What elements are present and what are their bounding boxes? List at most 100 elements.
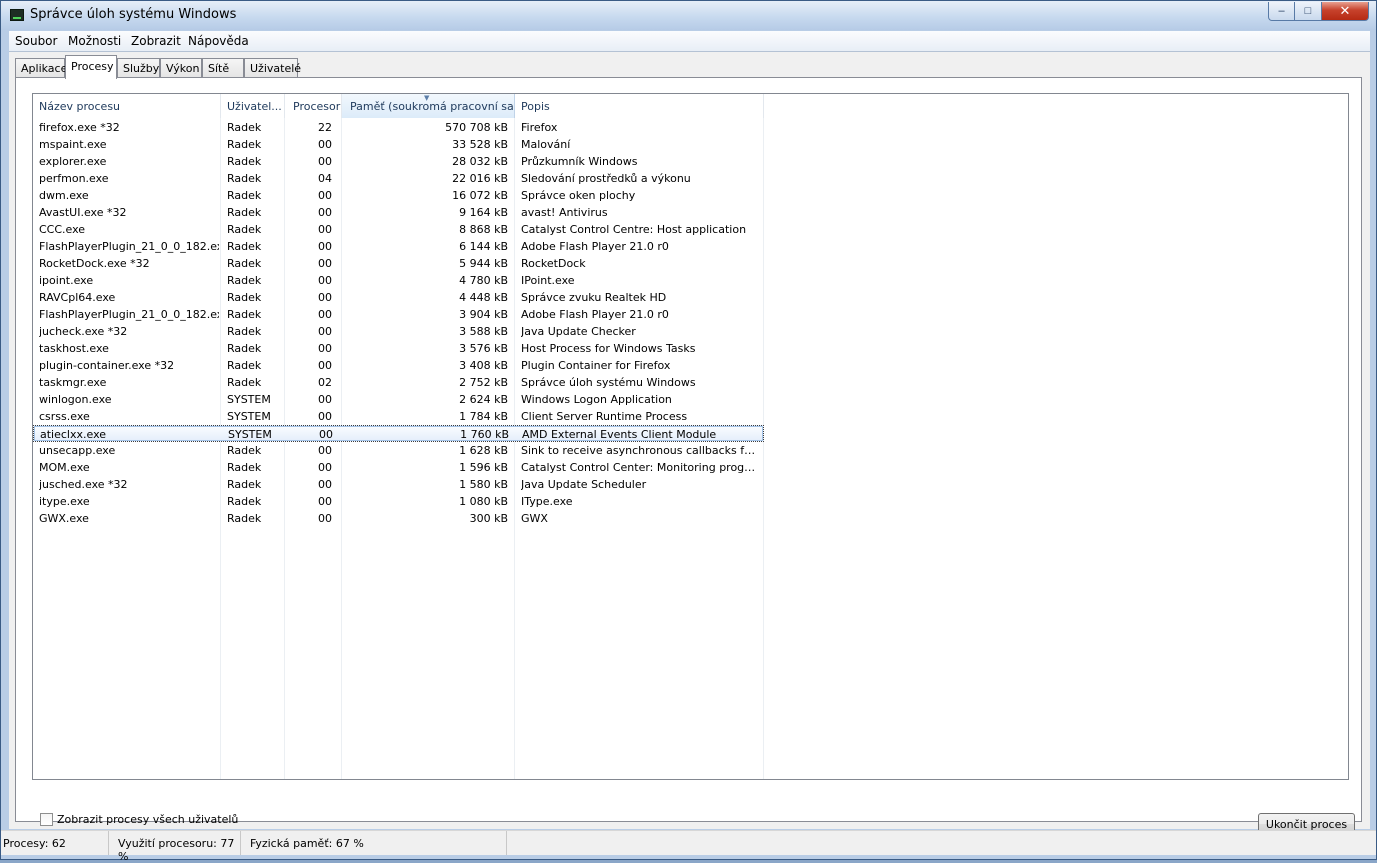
process-user-cell: Radek (227, 444, 262, 457)
process-row[interactable]: GWX.exe Radek 00 300 kB GWX (33, 510, 764, 527)
process-row[interactable]: MOM.exe Radek 00 1 596 kB Catalyst Control C… (33, 459, 764, 476)
process-cpu-cell: 22 (318, 121, 332, 134)
process-row[interactable]: jusched.exe *32 Radek 00 1 580 kB Java Updat… (33, 476, 764, 493)
process-row[interactable]: CCC.exe Radek 00 8 868 kB Catalyst Control C… (33, 221, 764, 238)
process-cpu-cell: 00 (319, 428, 333, 441)
process-memory-cell: 1 596 kB (459, 461, 508, 474)
process-memory-cell: 3 408 kB (459, 359, 508, 372)
process-cpu-cell: 00 (318, 308, 332, 321)
process-list[interactable]: Název procesu Uživatel... Procesor ▼ Pam… (32, 93, 1349, 780)
process-row[interactable]: FlashPlayerPlugin_21_0_0_182.ex... Radek 0… (33, 238, 764, 255)
tab-procesy[interactable]: Procesy (65, 55, 117, 79)
process-row[interactable]: plugin-container.exe *32 Radek 00 3 408 kB P… (33, 357, 764, 374)
column-header-cpu[interactable]: Procesor (285, 94, 342, 118)
process-row[interactable]: dwm.exe Radek 00 16 072 kB Správce oken ploc… (33, 187, 764, 204)
process-memory-cell: 300 kB (469, 512, 508, 525)
process-description-cell: Adobe Flash Player 21.0 r0 (521, 308, 669, 321)
show-all-users-checkbox[interactable] (40, 813, 53, 826)
process-memory-cell: 33 528 kB (452, 138, 508, 151)
process-description-cell: Správce oken plochy (521, 189, 636, 202)
minimize-button[interactable]: – (1268, 2, 1295, 21)
process-row[interactable]: RocketDock.exe *32 Radek 00 5 944 kB RocketD… (33, 255, 764, 272)
tab-site[interactable]: Sítě (202, 58, 244, 78)
process-name-cell: itype.exe (39, 495, 90, 508)
process-user-cell: Radek (227, 308, 262, 321)
client-area: Aplikace Procesy Služby Výkon Sítě Uživa… (9, 52, 1370, 835)
process-description-cell: Sink to receive asynchronous callbacks f… (521, 444, 757, 457)
tab-aplikace[interactable]: Aplikace (15, 58, 67, 78)
process-user-cell: Radek (227, 206, 262, 219)
process-memory-cell: 2 624 kB (459, 393, 508, 406)
process-name-cell: mspaint.exe (39, 138, 107, 151)
process-cpu-cell: 00 (318, 291, 332, 304)
column-header-description[interactable]: Popis (515, 94, 764, 118)
menu-moznosti[interactable]: Možnosti (68, 34, 121, 48)
process-description-cell: Windows Logon Application (521, 393, 672, 406)
process-description-cell: Catalyst Control Centre: Host applicatio… (521, 223, 747, 236)
tab-sluzby[interactable]: Služby (117, 58, 160, 78)
process-name-cell: FlashPlayerPlugin_21_0_0_182.ex... (39, 308, 219, 321)
column-header-user[interactable]: Uživatel... (221, 94, 285, 118)
process-memory-cell: 22 016 kB (452, 172, 508, 185)
show-all-users-label[interactable]: Zobrazit procesy všech uživatelů (57, 813, 238, 826)
process-memory-cell: 3 576 kB (459, 342, 508, 355)
menu-zobrazit[interactable]: Zobrazit (131, 34, 181, 48)
process-cpu-cell: 00 (318, 325, 332, 338)
title-bar[interactable]: Správce úloh systému Windows – □ ✕ (1, 1, 1376, 30)
process-cpu-cell: 00 (318, 274, 332, 287)
maximize-button[interactable]: □ (1295, 2, 1322, 21)
menu-soubor[interactable]: Soubor (15, 34, 57, 48)
menu-bar: Soubor Možnosti Zobrazit Nápověda (9, 31, 1370, 52)
process-row[interactable]: jucheck.exe *32 Radek 00 3 588 kB Java Updat… (33, 323, 764, 340)
processes-tab-panel: Název procesu Uživatel... Procesor ▼ Pam… (15, 77, 1362, 835)
process-row[interactable]: winlogon.exe SYSTEM 00 2 624 kB Windows Logo… (33, 391, 764, 408)
close-button[interactable]: ✕ (1322, 2, 1369, 21)
tab-vykon[interactable]: Výkon (160, 58, 202, 78)
process-name-cell: FlashPlayerPlugin_21_0_0_182.ex... (39, 240, 219, 253)
process-row[interactable]: mspaint.exe Radek 00 33 528 kB Malování (33, 136, 764, 153)
process-memory-cell: 1 784 kB (459, 410, 508, 423)
process-user-cell: SYSTEM (228, 428, 272, 441)
process-memory-cell: 4 448 kB (459, 291, 508, 304)
process-user-cell: Radek (227, 121, 262, 134)
window-title: Správce úloh systému Windows (30, 7, 237, 22)
process-memory-cell: 1 760 kB (460, 428, 509, 441)
process-cpu-cell: 00 (318, 393, 332, 406)
menu-napoveda[interactable]: Nápověda (188, 34, 249, 48)
process-name-cell: taskmgr.exe (39, 376, 107, 389)
process-memory-cell: 2 752 kB (459, 376, 508, 389)
process-description-cell: avast! Antivirus (521, 206, 608, 219)
process-memory-cell: 4 780 kB (459, 274, 508, 287)
process-row[interactable]: unsecapp.exe Radek 00 1 628 kB Sink to recei… (33, 442, 764, 459)
column-header-memory[interactable]: ▼ Paměť (soukromá pracovní sada) (342, 94, 515, 118)
process-memory-cell: 5 944 kB (459, 257, 508, 270)
process-user-cell: SYSTEM (227, 393, 271, 406)
process-row[interactable]: FlashPlayerPlugin_21_0_0_182.ex... Radek 0… (33, 306, 764, 323)
process-row[interactable]: AvastUI.exe *32 Radek 00 9 164 kB avast! Ant… (33, 204, 764, 221)
process-description-cell: Plugin Container for Firefox (521, 359, 671, 372)
process-description-cell: IType.exe (521, 495, 573, 508)
process-user-cell: Radek (227, 240, 262, 253)
process-row[interactable]: ipoint.exe Radek 00 4 780 kB IPoint.exe (33, 272, 764, 289)
process-rows: firefox.exe *32 Radek 22 570 708 kB Firefox m… (33, 119, 1348, 527)
status-cpu-usage: Využití procesoru: 77 % (109, 831, 241, 863)
process-row[interactable]: RAVCpl64.exe Radek 00 4 448 kB Správce zvuku… (33, 289, 764, 306)
task-manager-app-icon (10, 9, 24, 21)
show-all-users-control[interactable]: Zobrazit procesy všech uživatelů (40, 813, 238, 826)
column-header-name[interactable]: Název procesu (33, 94, 221, 118)
process-name-cell: AvastUI.exe *32 (39, 206, 127, 219)
process-row[interactable]: atieclxx.exe SYSTEM 00 1 760 kB AMD External… (33, 425, 764, 442)
process-row[interactable]: perfmon.exe Radek 04 22 016 kB Sledování pro… (33, 170, 764, 187)
process-row[interactable]: csrss.exe SYSTEM 00 1 784 kB Client Server R… (33, 408, 764, 425)
process-row[interactable]: explorer.exe Radek 00 28 032 kB Průzkumník W… (33, 153, 764, 170)
tab-uzivatele[interactable]: Uživatelé (244, 58, 301, 78)
process-row[interactable]: itype.exe Radek 00 1 080 kB IType.exe (33, 493, 764, 510)
process-row[interactable]: taskmgr.exe Radek 02 2 752 kB Správce úloh s… (33, 374, 764, 391)
process-name-cell: atieclxx.exe (40, 428, 107, 441)
process-name-cell: explorer.exe (39, 155, 107, 168)
process-row[interactable]: taskhost.exe Radek 00 3 576 kB Host Process … (33, 340, 764, 357)
process-memory-cell: 1 580 kB (459, 478, 508, 491)
process-memory-cell: 3 904 kB (459, 308, 508, 321)
process-row[interactable]: firefox.exe *32 Radek 22 570 708 kB Firefox (33, 119, 764, 136)
column-header-memory-label: Paměť (soukromá pracovní sada) (350, 100, 515, 113)
